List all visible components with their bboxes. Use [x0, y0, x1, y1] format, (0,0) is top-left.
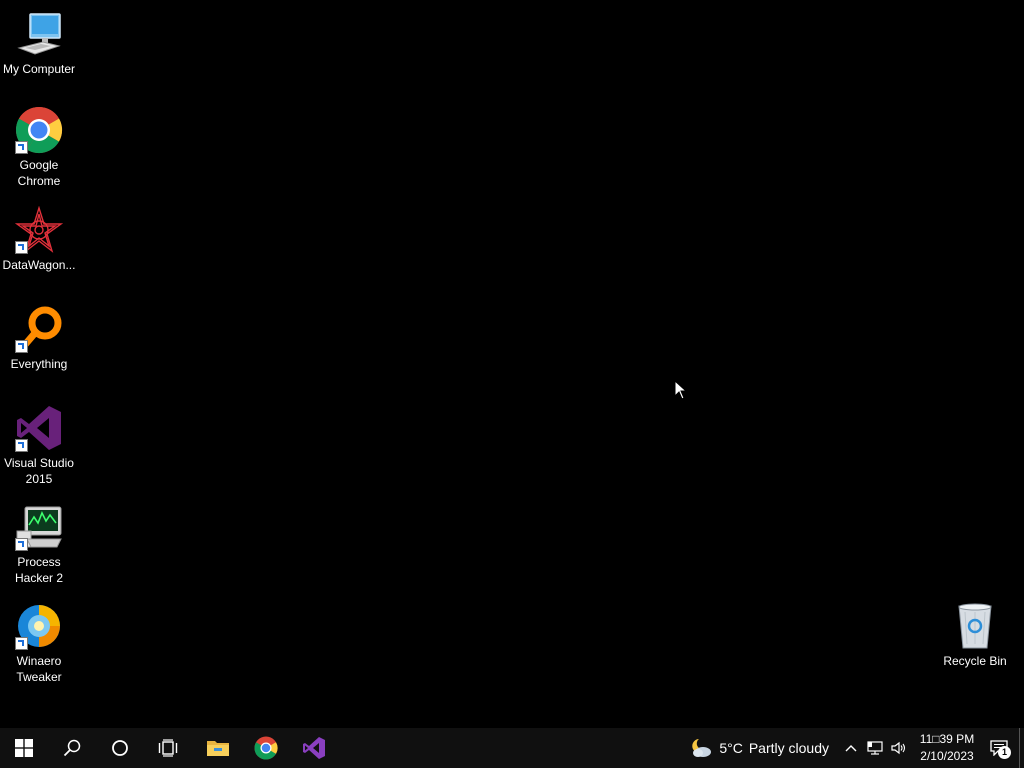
desktop-icon-visual-studio-2015[interactable]: Visual Studio 2015 [0, 404, 78, 487]
desktop-icon-label: My Computer [2, 62, 76, 76]
shortcut-arrow-icon [15, 538, 28, 551]
desktop-icon-datawagon[interactable]: DataWagon... [0, 205, 78, 273]
chrome-icon [15, 106, 63, 154]
recycle-bin-icon [951, 602, 999, 650]
shortcut-arrow-icon [15, 141, 28, 154]
chevron-up-icon [845, 745, 857, 752]
shortcut-arrow-icon [15, 637, 28, 650]
desktop-icon-process-hacker-2[interactable]: Process Hacker 2 [0, 503, 78, 586]
taskbar-google-chrome[interactable] [242, 728, 290, 768]
desktop-icon-label: Everything [10, 357, 68, 371]
winaero-tweaker-icon [15, 602, 63, 650]
partly-cloudy-night-icon [692, 739, 712, 757]
show-desktop-button[interactable] [1019, 728, 1024, 768]
folder-icon [207, 741, 229, 756]
notification-count-badge: 1 [998, 746, 1011, 759]
desktop-icon-label: Google Chrome [17, 158, 61, 188]
chrome-icon [254, 736, 278, 760]
clock[interactable]: 11□39 PM 2/10/2023 [915, 731, 979, 765]
system-tray: 5°C Partly cloudy 11□39 PM 2/10/2023 1 [689, 728, 1024, 768]
process-hacker-icon [15, 503, 63, 551]
taskbar-file-explorer[interactable] [194, 728, 242, 768]
taskbar-visual-studio[interactable] [290, 728, 338, 768]
task-view-icon [158, 739, 178, 757]
desktop-icon-google-chrome[interactable]: Google Chrome [0, 106, 78, 189]
desktop-icon-label: Process Hacker 2 [14, 555, 64, 585]
desktop-icon-label: DataWagon... [2, 258, 76, 272]
shortcut-arrow-icon [15, 241, 28, 254]
cortana-button[interactable] [96, 728, 144, 768]
start-button[interactable] [0, 728, 48, 768]
desktop-icon-everything[interactable]: Everything [0, 305, 78, 372]
desktop-icon-winaero-tweaker[interactable]: Winaero Tweaker [0, 602, 78, 685]
computer-icon [15, 10, 63, 58]
network-button[interactable] [863, 728, 887, 768]
task-view-button[interactable] [144, 728, 192, 768]
weather-temperature: 5°C [719, 740, 743, 756]
weather-widget[interactable]: 5°C Partly cloudy [689, 737, 829, 759]
action-center-button[interactable]: 1 [979, 728, 1019, 768]
volume-button[interactable] [887, 728, 911, 768]
visual-studio-icon [15, 404, 63, 452]
visual-studio-icon [303, 737, 325, 759]
everything-search-icon [15, 305, 63, 353]
taskbar: 5°C Partly cloudy 11□39 PM 2/10/2023 1 [0, 728, 1024, 768]
desktop[interactable]: My Computer Google Chrome DataWagon... E… [0, 0, 1024, 728]
desktop-icon-my-computer[interactable]: My Computer [0, 10, 78, 77]
shortcut-arrow-icon [15, 340, 28, 353]
search-button[interactable] [48, 728, 96, 768]
desktop-icon-recycle-bin[interactable]: Recycle Bin [936, 602, 1014, 669]
clock-date: 2/10/2023 [920, 749, 974, 763]
datawagon-icon [14, 205, 64, 254]
clock-time: 11□39 PM [919, 732, 975, 746]
desktop-icon-label: Winaero Tweaker [16, 654, 62, 684]
weather-condition: Partly cloudy [748, 740, 829, 756]
windows-start-icon [15, 739, 33, 757]
search-icon [63, 739, 81, 757]
show-hidden-icons-button[interactable] [839, 728, 863, 768]
desktop-icon-label: Visual Studio 2015 [4, 456, 74, 486]
mouse-cursor-icon [674, 380, 686, 400]
speaker-icon [891, 741, 906, 755]
shortcut-arrow-icon [15, 439, 28, 452]
desktop-icon-label: Recycle Bin [943, 654, 1007, 668]
network-icon [867, 741, 883, 755]
cortana-circle-icon [112, 740, 128, 756]
